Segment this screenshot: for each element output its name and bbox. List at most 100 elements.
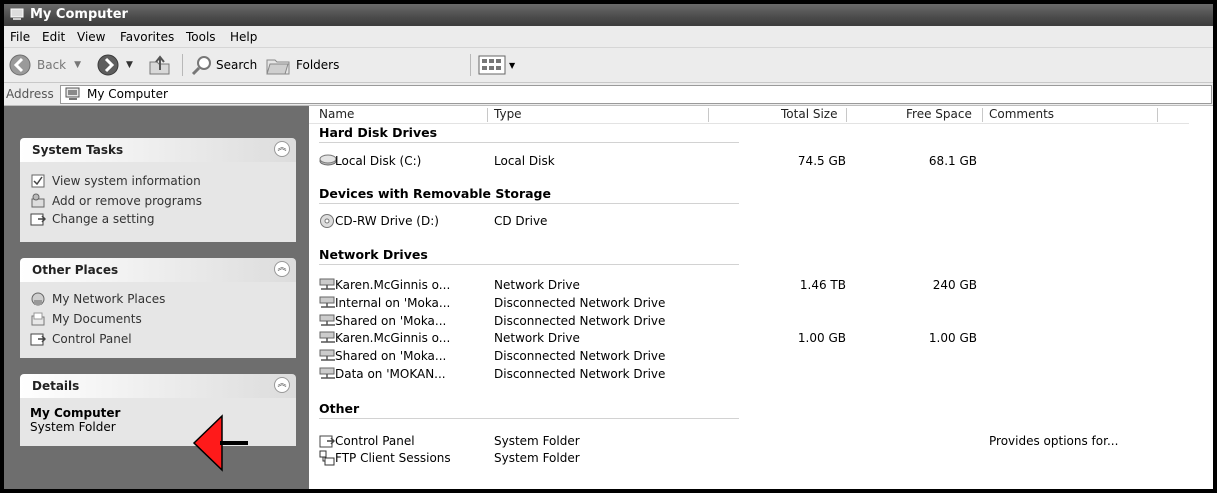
place-control-panel[interactable]: Control Panel [30, 330, 132, 348]
task-label: View system information [52, 174, 201, 188]
column-separator[interactable] [846, 108, 847, 122]
task-pane: System Tasks ︽ View system information A… [4, 106, 309, 489]
table-row[interactable]: FTP Client Sessions System Folder [319, 449, 1199, 467]
place-label: Control Panel [52, 332, 132, 346]
toolbar: Back ▼ ▼ Search Folders ▼ [4, 48, 1213, 83]
table-row[interactable]: Control Panel System Folder Provides opt… [319, 432, 1199, 450]
task-view-system-info[interactable]: View system information [30, 172, 201, 190]
table-row[interactable]: Karen.McGinnis o... Network Drive 1.46 T… [319, 276, 1199, 294]
item-type: System Folder [494, 451, 580, 465]
back-dropdown-icon[interactable]: ▼ [74, 60, 81, 70]
menu-favorites[interactable]: Favorites [120, 30, 174, 44]
control-panel-icon [30, 333, 46, 346]
column-header-free-space[interactable]: Free Space [906, 106, 972, 123]
group-divider [319, 203, 739, 204]
menu-bar: File Edit View Favorites Tools Help [4, 26, 1213, 48]
address-value: My Computer [87, 87, 168, 101]
back-label: Back [37, 58, 67, 72]
drive-type: Local Disk [494, 154, 555, 168]
table-row[interactable]: Shared on 'Moka... Disconnected Network … [319, 312, 1199, 330]
views-icon [478, 55, 506, 75]
up-folder-button[interactable] [147, 52, 173, 78]
views-dropdown-icon: ▼ [509, 60, 516, 70]
table-row[interactable]: Data on 'MOKAN... Disconnected Network D… [319, 365, 1199, 383]
task-add-remove-programs[interactable]: Add or remove programs [30, 192, 202, 210]
folders-button[interactable]: Folders [264, 52, 339, 78]
drive-type: Disconnected Network Drive [494, 314, 666, 328]
group-divider [319, 142, 739, 143]
search-icon [191, 56, 211, 76]
system-info-icon [31, 174, 45, 188]
toolbar-separator [182, 54, 183, 76]
search-label: Search [216, 58, 258, 72]
place-my-network-places[interactable]: My Network Places [30, 290, 165, 308]
up-folder-icon [149, 55, 170, 75]
system-tasks-header[interactable]: System Tasks ︽ [20, 138, 296, 162]
group-removable-storage: Devices with Removable Storage [319, 186, 551, 201]
menu-file[interactable]: File [10, 30, 30, 44]
table-row[interactable]: Internal on 'Moka... Disconnected Networ… [319, 294, 1199, 312]
details-title: Details [32, 379, 80, 393]
place-my-documents[interactable]: My Documents [30, 310, 142, 328]
drive-name: CD-RW Drive (D:) [335, 214, 439, 228]
column-header-name[interactable]: Name [319, 106, 354, 123]
back-button[interactable]: Back ▼ [8, 52, 81, 78]
column-separator[interactable] [487, 108, 488, 122]
views-button[interactable]: ▼ [478, 52, 515, 78]
menu-help[interactable]: Help [230, 30, 257, 44]
column-separator[interactable] [982, 108, 983, 122]
address-bar: Address My Computer [4, 83, 1213, 106]
my-documents-icon [31, 312, 45, 326]
drive-type: CD Drive [494, 214, 548, 228]
collapse-chevron-icon[interactable]: ︽ [274, 377, 290, 393]
table-row[interactable]: Local Disk (C:) Local Disk 74.5 GB 68.1 … [319, 152, 1199, 170]
item-type: System Folder [494, 434, 580, 448]
table-row[interactable]: Shared on 'Moka... Disconnected Network … [319, 347, 1199, 365]
forward-arrow-icon [97, 54, 119, 76]
menu-tools[interactable]: Tools [186, 30, 216, 44]
system-tasks-title: System Tasks [32, 143, 124, 157]
drive-name: Data on 'MOKAN... [335, 367, 446, 381]
menu-view[interactable]: View [77, 30, 105, 44]
address-input[interactable]: My Computer [60, 85, 1212, 104]
menu-edit[interactable]: Edit [42, 30, 65, 44]
drive-type: Network Drive [494, 331, 580, 345]
control-panel-icon [30, 213, 46, 226]
details-header[interactable]: Details ︽ [20, 374, 296, 398]
drive-free: 68.1 GB [928, 154, 977, 168]
drive-total: 74.5 GB [797, 154, 846, 168]
other-places-body: My Network Places My Documents Control P… [20, 282, 296, 358]
other-places-title: Other Places [32, 263, 119, 277]
collapse-chevron-icon[interactable]: ︽ [274, 141, 290, 157]
explorer-window: My Computer File Edit View Favorites Too… [4, 4, 1213, 489]
column-header-comments[interactable]: Comments [989, 106, 1054, 123]
column-header-total-size[interactable]: Total Size [781, 106, 837, 123]
table-row[interactable]: CD-RW Drive (D:) CD Drive [319, 212, 1199, 230]
table-row[interactable]: Karen.McGinnis o... Network Drive 1.00 G… [319, 329, 1199, 347]
task-change-setting[interactable]: Change a setting [30, 210, 155, 228]
column-separator[interactable] [1157, 108, 1158, 122]
file-list-view: Name Type Total Size Free Space Comments… [309, 106, 1213, 489]
drive-total: 1.46 TB [799, 278, 846, 292]
group-hard-disk-drives: Hard Disk Drives [319, 125, 438, 140]
forward-dropdown-icon[interactable]: ▼ [126, 60, 133, 70]
title-bar: My Computer [4, 4, 1213, 26]
item-name: Control Panel [335, 434, 415, 448]
item-comments: Provides options for... [989, 434, 1119, 448]
search-button[interactable]: Search [190, 52, 257, 78]
task-label: Change a setting [52, 212, 155, 226]
place-label: My Documents [52, 312, 142, 326]
forward-button[interactable]: ▼ [96, 52, 133, 78]
ftp-sessions-icon [319, 450, 335, 466]
drive-total: 1.00 GB [797, 331, 846, 345]
folders-icon [266, 59, 290, 75]
cd-drive-icon [320, 214, 334, 228]
item-name: FTP Client Sessions [335, 451, 451, 465]
annotation-arrow-icon [192, 414, 248, 472]
column-separator[interactable] [708, 108, 709, 122]
control-panel-icon [319, 435, 335, 448]
collapse-chevron-icon[interactable]: ︽ [274, 261, 290, 277]
column-header-type[interactable]: Type [494, 106, 522, 123]
other-places-header[interactable]: Other Places ︽ [20, 258, 296, 282]
drive-name: Karen.McGinnis o... [335, 331, 451, 345]
